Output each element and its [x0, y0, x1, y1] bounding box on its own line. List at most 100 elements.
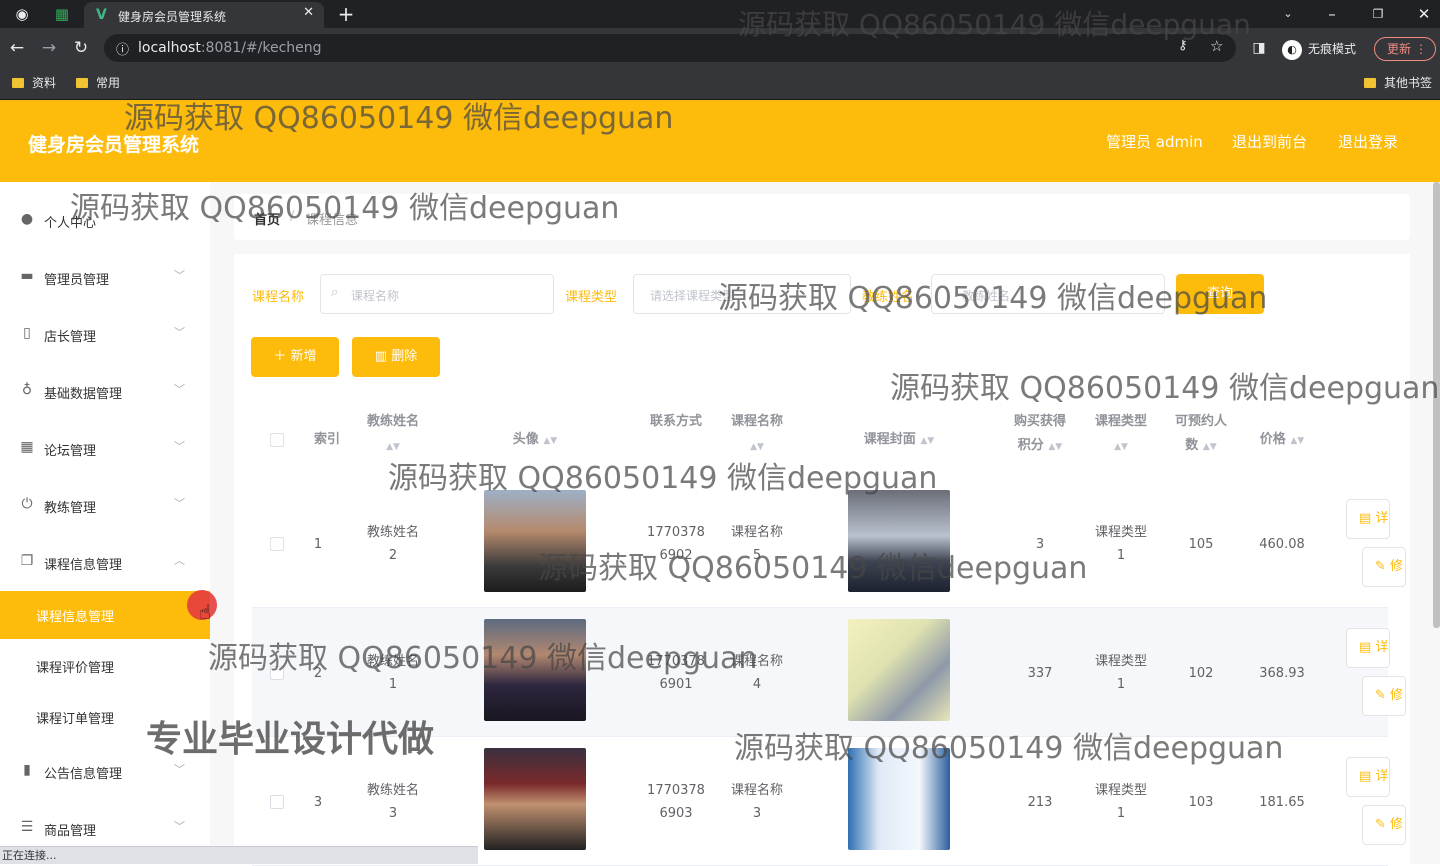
cell-text: 课程名称: [730, 525, 783, 540]
window-close-icon[interactable]: ✕: [1412, 0, 1436, 28]
th-course-name[interactable]: 课程名称 ▲▼: [718, 410, 796, 459]
forward-icon[interactable]: →: [38, 34, 60, 62]
bookmark-folder-2[interactable]: 常用: [76, 74, 120, 91]
detail-button[interactable]: ▤ 详情: [1346, 757, 1390, 797]
logout-link[interactable]: 退出登录: [1338, 131, 1398, 152]
th-label: 头像: [512, 432, 539, 447]
cell-course-type: 课程类型 1: [1082, 521, 1160, 567]
star-icon[interactable]: ☆: [1210, 37, 1223, 55]
edit-icon: ✎: [1375, 688, 1391, 703]
bookmark-folder-1[interactable]: 资料: [12, 74, 56, 91]
th-label: 积分: [1017, 438, 1044, 453]
sort-icon[interactable]: ▲▼: [920, 436, 934, 446]
update-label: 更新: [1387, 42, 1412, 56]
app-title: 健身房会员管理系统: [28, 134, 200, 156]
sort-icon[interactable]: ▲▼: [543, 436, 557, 446]
cell-course-type: 课程类型 1: [1082, 650, 1160, 696]
detail-button[interactable]: ▤ 详情: [1346, 628, 1390, 668]
add-button[interactable]: ＋ 新增: [251, 337, 339, 377]
sidebar-item-profile[interactable]: ● 个人中心 ﹀: [0, 196, 210, 246]
other-bookmarks[interactable]: 其他书签: [1364, 74, 1432, 91]
sort-icon[interactable]: ▲▼: [1290, 436, 1304, 446]
cell-price: 181.65: [1259, 795, 1305, 810]
minimize-icon[interactable]: –: [1320, 0, 1344, 28]
coach-avatar-image: [484, 619, 586, 721]
row-checkbox[interactable]: [270, 537, 284, 551]
edit-icon: ✎: [1375, 817, 1391, 832]
bookmark-label: 常用: [96, 76, 121, 90]
page-scrollbar[interactable]: [1433, 182, 1440, 628]
edit-button[interactable]: ✎ 修改: [1362, 547, 1406, 587]
th-avatar[interactable]: 头像 ▲▼: [484, 428, 586, 453]
maximize-icon[interactable]: ❐: [1366, 0, 1390, 28]
breadcrumb-home[interactable]: 首页: [254, 209, 280, 228]
key-icon[interactable]: ⚷: [1178, 38, 1188, 53]
row-checkbox[interactable]: [270, 795, 284, 809]
phone-icon: ▯: [23, 325, 31, 341]
exit-to-front-link[interactable]: 退出到前台: [1232, 131, 1307, 152]
course-type-select[interactable]: 请选择课程类型: [633, 274, 851, 314]
sort-icon[interactable]: ▲▼: [1114, 442, 1128, 452]
th-label: 课程名称: [730, 414, 783, 429]
cell-text: 4: [752, 677, 762, 692]
chevron-down-icon: ﹀: [174, 440, 185, 453]
tab-search-icon[interactable]: ⌄: [1276, 0, 1300, 28]
sidebar-subitem-course-info[interactable]: 课程信息管理: [0, 591, 210, 639]
chevron-down-icon: ﹀: [174, 326, 185, 339]
back-icon[interactable]: ←: [6, 34, 28, 62]
row-checkbox[interactable]: [270, 666, 284, 680]
edit-button[interactable]: ✎ 修改: [1362, 805, 1406, 845]
address-bar[interactable]: ⓘ localhost:8081/#/kecheng ⚷ ☆: [104, 34, 1236, 62]
cell-text: 1770378: [647, 783, 705, 798]
sidebar-item-label: 论坛管理: [44, 444, 97, 459]
th-points[interactable]: 购买获得 积分 ▲▼: [1000, 410, 1080, 459]
breadcrumb: 首页 / 课程信息: [234, 194, 1410, 240]
cell-text: 课程类型: [1094, 525, 1147, 540]
admin-user-label[interactable]: 管理员 admin: [1106, 131, 1203, 152]
sort-icon[interactable]: ▲▼: [1203, 442, 1217, 452]
detail-icon: ▤: [1359, 769, 1376, 784]
close-icon[interactable]: ✕: [303, 5, 314, 20]
coach-avatar-image: [484, 490, 586, 592]
th-coach-name[interactable]: 教练姓名 ▲▼: [354, 410, 432, 459]
reload-icon[interactable]: ↻: [70, 34, 92, 62]
th-price[interactable]: 价格 ▲▼: [1242, 428, 1322, 453]
select-all-checkbox[interactable]: [270, 433, 284, 447]
more-icon[interactable]: ⋮: [1415, 38, 1427, 60]
sort-icon[interactable]: ▲▼: [750, 442, 764, 452]
sidebar-item-managers[interactable]: ▯ 店长管理 ﹀: [0, 310, 210, 360]
sidebar-item-courses[interactable]: ❐ 课程信息管理 ︿: [0, 538, 210, 588]
th-bookable[interactable]: 可预约人数 ▲▼: [1162, 410, 1240, 459]
search-button[interactable]: 查询: [1176, 274, 1264, 314]
sidebar-subitem-course-reviews[interactable]: 课程评价管理: [0, 642, 210, 690]
sidebar-item-coaches[interactable]: ⏻ 教练管理 ﹀: [0, 481, 210, 531]
folder-icon: [12, 78, 24, 88]
cell-bookable: 105: [1188, 537, 1214, 552]
sidebar-item-basic-data[interactable]: ♁ 基础数据管理 ﹀: [0, 367, 210, 417]
sort-icon[interactable]: ▲▼: [386, 442, 400, 452]
cell-text: 6903: [659, 806, 693, 821]
sidebar-item-label: 店长管理: [44, 330, 97, 345]
update-button[interactable]: 更新 ⋮: [1374, 37, 1436, 61]
detail-button[interactable]: ▤ 详情: [1346, 499, 1390, 539]
browser-tab[interactable]: V 健身房会员管理系统 ✕: [84, 2, 324, 28]
breadcrumb-current: 课程信息: [306, 213, 359, 228]
sidebar-item-admins[interactable]: ▬ 管理员管理 ﹀: [0, 253, 210, 303]
incognito-indicator[interactable]: ◐ 无痕模式: [1282, 37, 1356, 61]
browser-logo-icon[interactable]: ◉: [10, 0, 34, 28]
reading-mode-icon[interactable]: ◨: [1248, 34, 1270, 62]
app-tab-icon[interactable]: ▦: [50, 0, 74, 28]
sidebar-item-forum[interactable]: ▦ 论坛管理 ﹀: [0, 424, 210, 474]
new-tab-icon[interactable]: +: [334, 0, 358, 28]
sort-icon[interactable]: ▲▼: [1048, 442, 1062, 452]
th-course-type[interactable]: 课程类型 ▲▼: [1082, 410, 1160, 459]
th-label: 价格: [1259, 432, 1286, 447]
delete-button[interactable]: ▥ 删除: [352, 337, 440, 377]
coach-name-input[interactable]: 教练姓名: [931, 274, 1165, 314]
tab-title: 健身房会员管理系统: [118, 10, 227, 24]
edit-button[interactable]: ✎ 修改: [1362, 676, 1406, 716]
chevron-down-icon: ﹀: [174, 383, 185, 396]
course-cover-image: [848, 748, 950, 850]
th-cover[interactable]: 课程封面 ▲▼: [848, 428, 950, 453]
course-name-input[interactable]: ⌕ 课程名称: [320, 274, 554, 314]
